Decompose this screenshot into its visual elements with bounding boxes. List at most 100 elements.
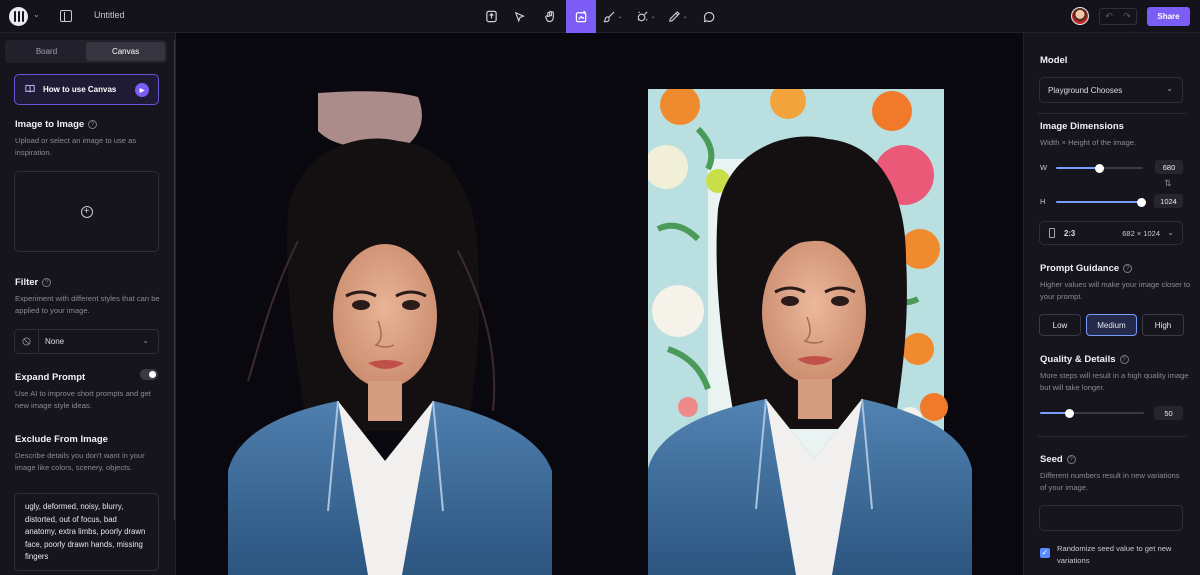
guidance-low-button[interactable]: Low [1039, 314, 1081, 336]
randomize-seed-checkbox[interactable]: ✓ [1040, 548, 1050, 558]
hand-tool[interactable] [535, 0, 565, 33]
prompt-guidance-title: Prompt Guidance [1040, 263, 1120, 274]
quality-desc: More steps will result in a high quality… [1040, 371, 1189, 392]
exclude-desc: Describe details you don't want in your … [15, 451, 145, 472]
plus-circle-icon: + [80, 205, 93, 218]
image-upload-dropzone[interactable]: + [14, 171, 159, 252]
quality-title: Quality & Details [1040, 354, 1116, 365]
guidance-high-button[interactable]: High [1142, 314, 1184, 336]
book-icon [25, 84, 35, 95]
generate-tool[interactable] [566, 0, 596, 33]
upload-tool[interactable] [476, 0, 506, 33]
negative-prompt-textarea[interactable]: ugly, deformed, noisy, blurry, distorted… [14, 493, 159, 571]
help-icon[interactable]: ? [88, 120, 98, 129]
dimensions-desc: Width × Height of the image. [1040, 138, 1137, 147]
filter-desc: Experiment with different styles that ca… [15, 294, 160, 315]
width-slider-knob[interactable] [1095, 163, 1104, 173]
height-value-input[interactable]: 1024 [1154, 194, 1183, 208]
chevron-down-icon[interactable]: ⌄ [33, 10, 40, 19]
generate-icon [575, 10, 586, 23]
select-icon [514, 11, 525, 22]
filter-value: None [45, 337, 65, 346]
generated-portrait-image[interactable] [648, 89, 972, 575]
quality-value-input[interactable]: 50 [1154, 406, 1183, 420]
user-avatar[interactable] [1071, 7, 1089, 25]
undo-redo-group: ↶ ↷ [1099, 8, 1137, 25]
width-slider[interactable] [1056, 163, 1143, 173]
filter-select[interactable]: None ⌄ [14, 329, 159, 354]
chevron-down-icon: ⌄ [1166, 84, 1173, 93]
upload-icon [485, 10, 497, 23]
height-slider-knob[interactable] [1136, 197, 1146, 207]
redo-icon[interactable]: ↷ [1123, 11, 1131, 22]
help-icon[interactable]: ? [42, 278, 52, 287]
app-logo[interactable] [9, 7, 28, 26]
document-title[interactable]: Untitled [94, 10, 125, 20]
quality-slider[interactable] [1040, 408, 1144, 418]
eraser-tool[interactable]: ⌄ [632, 0, 660, 33]
portrait-ratio-icon [1049, 228, 1055, 238]
width-value-input[interactable]: 680 [1155, 160, 1183, 174]
how-to-use-canvas-button[interactable]: How to use Canvas ▶ [14, 74, 159, 105]
top-bar: ⌄ Untitled ⌄ ⌄ ⌄ ↶ ↷ Share [0, 0, 1200, 33]
height-slider[interactable] [1056, 197, 1146, 207]
filter-title: Filter [15, 277, 39, 288]
expand-prompt-desc: Use AI to improve short prompts and get … [15, 389, 151, 410]
chevron-down-icon: ⌄ [1167, 228, 1174, 237]
exclude-heading: Exclude From Image [15, 434, 108, 445]
seed-title: Seed [1040, 454, 1063, 465]
tab-canvas[interactable]: Canvas [86, 42, 165, 61]
height-slider-fill [1056, 201, 1142, 203]
sidebar-toggle-icon[interactable] [60, 10, 72, 22]
prompt-guidance-heading: Prompt Guidance? [1040, 263, 1133, 274]
image-to-image-heading: Image to Image? [15, 119, 98, 130]
height-label: H [1040, 197, 1046, 206]
right-panel: Model Playground Chooses ⌄ Image Dimensi… [1023, 33, 1200, 575]
prompt-guidance-desc: Higher values will make your image close… [1040, 280, 1191, 301]
brush-tool[interactable]: ⌄ [599, 0, 627, 33]
randomize-seed-label: Randomize seed value to get new variatio… [1057, 544, 1172, 565]
comment-icon [703, 11, 715, 22]
share-button[interactable]: Share [1147, 7, 1190, 26]
help-icon[interactable]: ? [1123, 264, 1133, 273]
model-select[interactable]: Playground Chooses ⌄ [1039, 77, 1183, 103]
model-value: Playground Chooses [1048, 85, 1123, 95]
expand-prompt-toggle[interactable] [140, 369, 158, 380]
tab-board[interactable]: Board [7, 42, 86, 61]
width-slider-fill [1056, 167, 1100, 169]
expand-prompt-heading: Expand Prompt [15, 372, 86, 383]
filter-heading: Filter? [15, 277, 52, 288]
seed-heading: Seed? [1040, 454, 1076, 465]
width-label: W [1040, 163, 1048, 172]
seed-desc: Different numbers result in new variatio… [1040, 471, 1180, 492]
swap-dimensions-icon[interactable]: ⇅ [1164, 178, 1172, 189]
aspect-ratio-select[interactable]: 2:3 682 × 1024 ⌄ [1039, 221, 1183, 245]
how-to-label: How to use Canvas [43, 85, 117, 94]
quality-heading: Quality & Details? [1040, 354, 1129, 365]
image-to-image-desc: Upload or select an image to use as insp… [15, 136, 137, 157]
help-icon[interactable]: ? [1066, 455, 1076, 464]
chevron-down-icon: ⌄ [682, 14, 688, 20]
help-icon[interactable]: ? [1119, 355, 1129, 364]
filter-none-icon [15, 330, 39, 353]
divider [1038, 113, 1187, 114]
pen-icon [669, 11, 681, 22]
play-icon: ▶ [135, 83, 149, 97]
cutout-portrait-image[interactable] [228, 91, 552, 575]
pen-tool[interactable]: ⌄ [664, 0, 692, 33]
model-heading: Model [1040, 55, 1068, 66]
canvas-area[interactable] [176, 33, 1023, 575]
panel-tabs: Board Canvas [5, 40, 167, 63]
select-tool[interactable] [505, 0, 535, 33]
guidance-medium-button[interactable]: Medium [1086, 314, 1137, 336]
chevron-down-icon: ⌄ [617, 14, 623, 20]
comment-tool[interactable] [694, 0, 724, 33]
aspect-ratio-size: 682 × 1024 [1122, 229, 1160, 238]
aspect-ratio-value: 2:3 [1064, 228, 1076, 238]
image-dimensions-heading: Image Dimensions [1040, 121, 1124, 132]
seed-input[interactable] [1039, 505, 1183, 531]
quality-slider-knob[interactable] [1064, 408, 1074, 418]
undo-icon[interactable]: ↶ [1105, 11, 1113, 22]
chevron-down-icon: ⌄ [650, 14, 656, 20]
image-to-image-title: Image to Image [15, 119, 85, 130]
